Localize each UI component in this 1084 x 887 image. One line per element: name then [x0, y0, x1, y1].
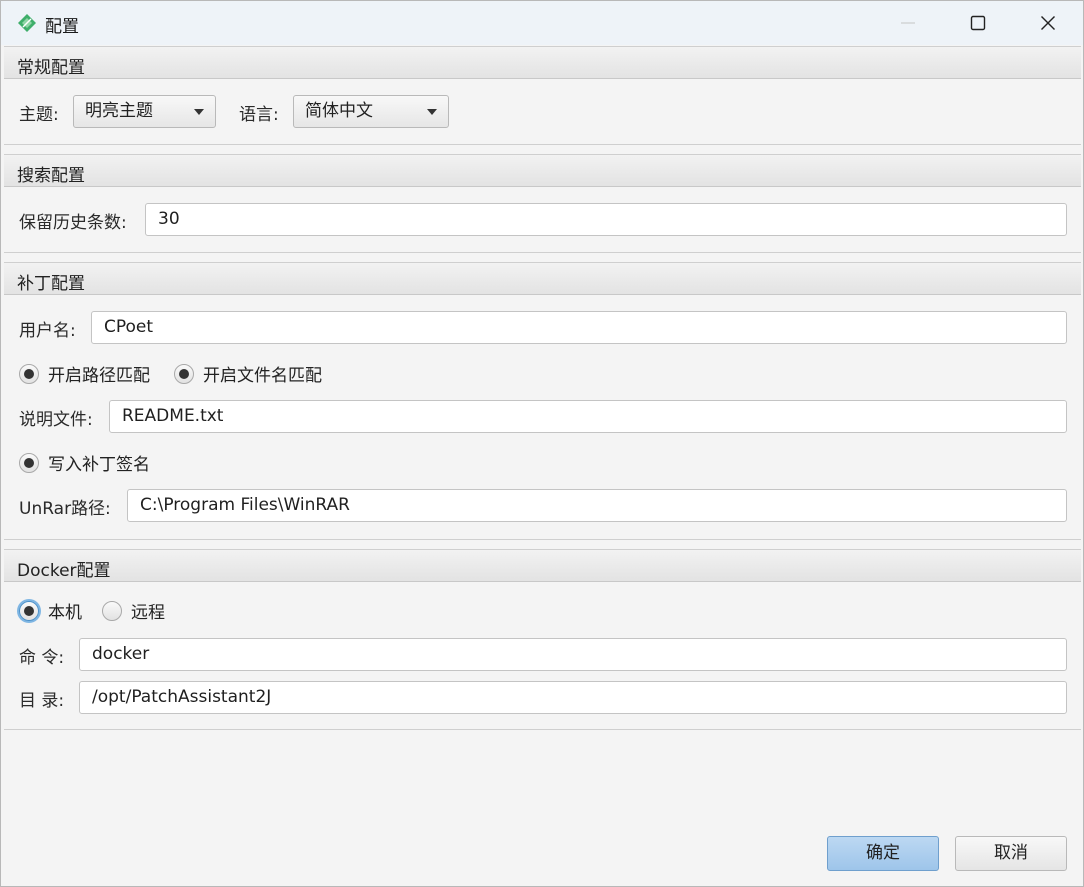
- username-input[interactable]: CPoet: [91, 311, 1067, 344]
- radio-selected-icon: [19, 452, 39, 473]
- search-section-title: 搜索配置: [17, 166, 85, 186]
- docker-command-label: 命 令:: [19, 648, 65, 668]
- patch-section-header[interactable]: 补丁配置: [4, 262, 1081, 295]
- filename-match-radio[interactable]: 开启文件名匹配: [174, 361, 322, 386]
- search-section: 搜索配置 保留历史条数: 30: [4, 154, 1081, 253]
- history-count-label: 保留历史条数:: [19, 213, 127, 233]
- theme-label: 主题:: [19, 105, 59, 125]
- radio-selected-icon: [174, 363, 194, 384]
- docker-section-body: 本机 远程 命 令: docker 目 录: /opt/PatchAssista…: [4, 582, 1081, 730]
- filename-match-label: 开启文件名匹配: [203, 366, 322, 386]
- theme-select[interactable]: 明亮主题: [73, 95, 216, 128]
- maximize-icon: [970, 15, 986, 31]
- window-title: 配置: [45, 17, 79, 37]
- language-select[interactable]: 简体中文: [293, 95, 449, 128]
- patch-section-title: 补丁配置: [17, 274, 85, 294]
- general-section: 常规配置 主题: 明亮主题 语言: 简体中文: [4, 46, 1081, 145]
- patch-section: 补丁配置 用户名: CPoet 开启路径匹配 开启文件名匹配 说明文件: REA…: [4, 262, 1081, 540]
- search-section-body: 保留历史条数: 30: [4, 187, 1081, 253]
- title-bar[interactable]: 配置: [1, 1, 1083, 45]
- username-label: 用户名:: [19, 321, 76, 341]
- history-count-input[interactable]: 30: [145, 203, 1067, 236]
- docker-dir-label: 目 录:: [19, 691, 65, 711]
- docker-dir-input[interactable]: /opt/PatchAssistant2J: [79, 681, 1067, 714]
- docker-remote-radio[interactable]: 远程: [102, 598, 165, 623]
- language-select-value: 简体中文: [305, 101, 373, 121]
- general-section-header[interactable]: 常规配置: [4, 46, 1081, 79]
- radio-selected-icon: [19, 600, 39, 621]
- docker-command-input[interactable]: docker: [79, 638, 1067, 671]
- path-match-radio[interactable]: 开启路径匹配: [19, 361, 150, 386]
- readme-input[interactable]: README.txt: [109, 400, 1067, 433]
- maximize-button[interactable]: [943, 1, 1013, 45]
- chevron-down-icon: [194, 109, 204, 115]
- minimize-button[interactable]: [873, 1, 943, 45]
- docker-section-header[interactable]: Docker配置: [4, 549, 1081, 582]
- general-section-body: 主题: 明亮主题 语言: 简体中文: [4, 79, 1081, 145]
- write-signature-radio[interactable]: 写入补丁签名: [19, 450, 150, 475]
- minimize-icon: [901, 22, 915, 24]
- radio-selected-icon: [19, 363, 39, 384]
- general-section-title: 常规配置: [17, 58, 85, 78]
- patch-section-body: 用户名: CPoet 开启路径匹配 开启文件名匹配 说明文件: README.t…: [4, 295, 1081, 540]
- path-match-label: 开启路径匹配: [48, 366, 150, 386]
- unrar-path-input[interactable]: C:\Program Files\WinRAR: [127, 489, 1067, 522]
- docker-section-title: Docker配置: [17, 561, 111, 581]
- docker-local-label: 本机: [48, 603, 82, 623]
- write-signature-label: 写入补丁签名: [48, 455, 150, 475]
- radio-unselected-icon: [102, 600, 122, 621]
- docker-section: Docker配置 本机 远程 命 令: docker 目 录: /opt/Pat…: [4, 549, 1081, 730]
- unrar-path-label: UnRar路径:: [19, 499, 111, 519]
- readme-label: 说明文件:: [19, 410, 93, 430]
- close-icon: [1041, 16, 1055, 30]
- search-section-header[interactable]: 搜索配置: [4, 154, 1081, 187]
- docker-local-radio[interactable]: 本机: [19, 598, 82, 623]
- language-label: 语言:: [239, 105, 279, 125]
- theme-select-value: 明亮主题: [85, 101, 153, 121]
- docker-remote-label: 远程: [131, 603, 165, 623]
- app-logo-icon: [18, 14, 36, 32]
- chevron-down-icon: [427, 109, 437, 115]
- ok-button[interactable]: 确定: [827, 836, 939, 871]
- config-dialog: 配置 常规配置 主题: 明亮主题 语言: 简体中文 搜索配置 保留历史条数: 3…: [0, 0, 1084, 887]
- cancel-button[interactable]: 取消: [955, 836, 1067, 871]
- close-button[interactable]: [1013, 1, 1083, 45]
